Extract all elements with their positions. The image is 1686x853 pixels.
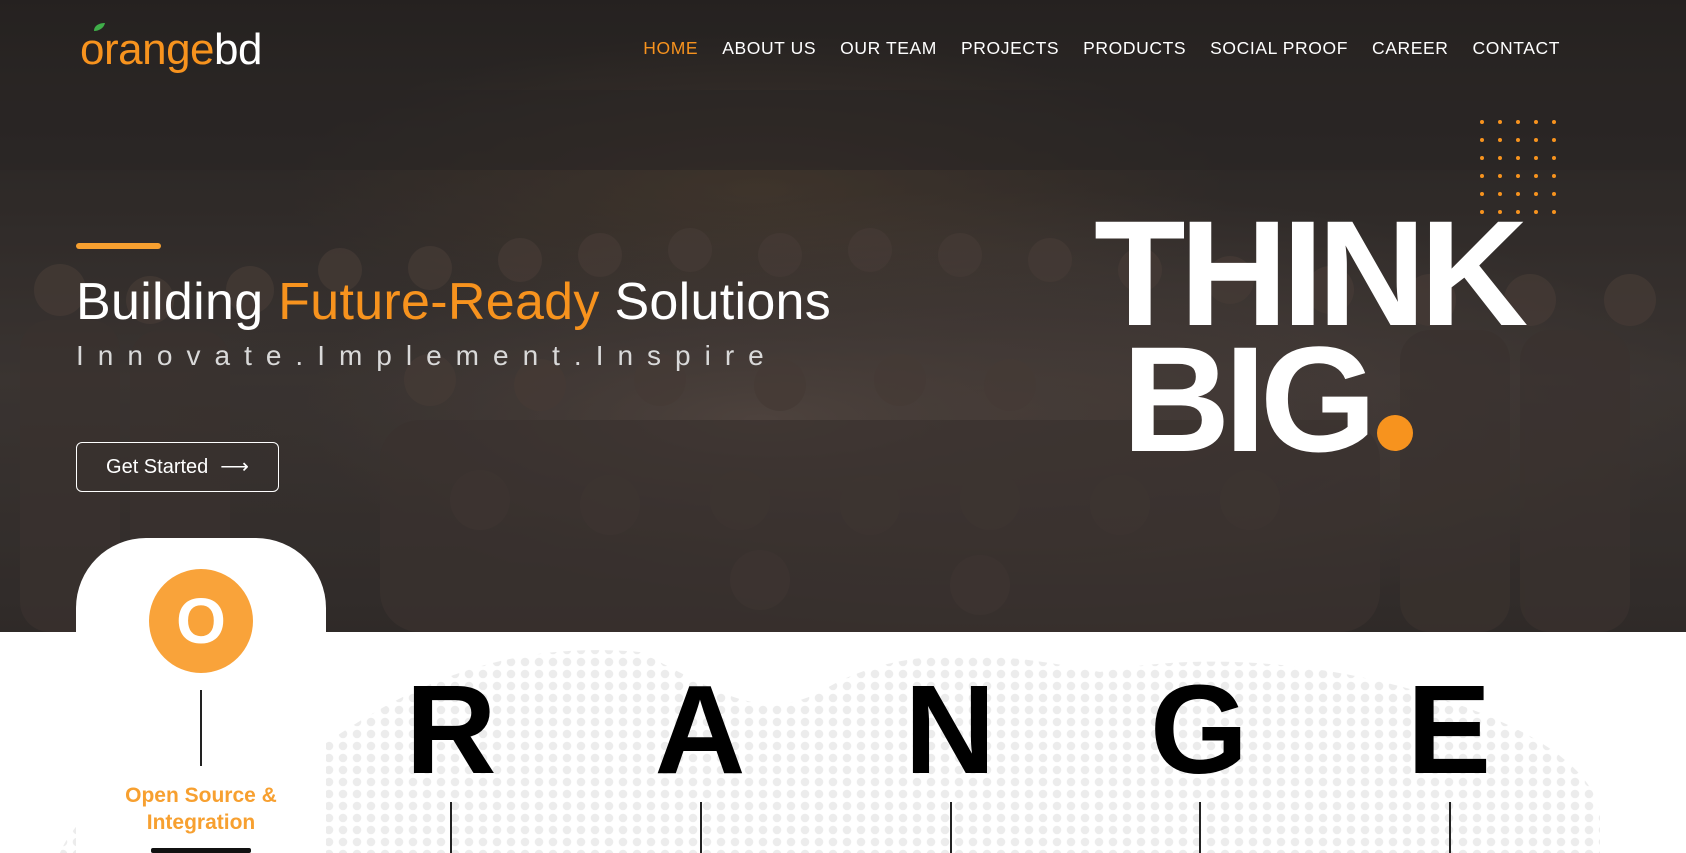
big-line: BIG bbox=[1094, 324, 1522, 474]
letter-r[interactable]: R bbox=[391, 667, 511, 793]
big-text: BIG bbox=[1122, 315, 1377, 483]
headline-post: Solutions bbox=[599, 273, 832, 331]
top-navigation: orangebd HOME ABOUT US OUR TEAM PROJECTS… bbox=[0, 0, 1686, 100]
open-source-card[interactable]: O Open Source & Integration bbox=[76, 538, 326, 853]
letter-n-connector bbox=[950, 802, 952, 853]
nav-item-projects[interactable]: PROJECTS bbox=[961, 38, 1059, 59]
nav-item-home[interactable]: HOME bbox=[643, 38, 698, 59]
o-underline-bar bbox=[151, 848, 251, 853]
logo-orange-text: orange bbox=[80, 25, 215, 74]
think-big-slogan: THINK BIG bbox=[1094, 198, 1528, 474]
nav-item-our-team[interactable]: OUR TEAM bbox=[840, 38, 937, 59]
o-connector-line bbox=[200, 690, 202, 766]
letter-g-connector bbox=[1199, 802, 1201, 853]
letter-a-connector bbox=[700, 802, 702, 853]
orange-dot bbox=[1376, 415, 1413, 451]
orangebd-logo[interactable]: orangebd bbox=[80, 22, 300, 78]
hero-tagline: Innovate.Implement.Inspire bbox=[76, 340, 778, 371]
letter-e-connector bbox=[1449, 802, 1451, 853]
open-source-label-line2: Integration bbox=[146, 811, 256, 834]
letter-g[interactable]: G bbox=[1139, 667, 1259, 793]
get-started-label: Get Started bbox=[106, 455, 209, 478]
letter-e[interactable]: E bbox=[1389, 667, 1509, 793]
nav-item-contact[interactable]: CONTACT bbox=[1473, 38, 1560, 59]
headline-accent-line bbox=[76, 243, 161, 249]
headline-highlight: Future-Ready bbox=[278, 273, 600, 331]
nav-item-products[interactable]: PRODUCTS bbox=[1083, 38, 1186, 59]
headline-pre: Building bbox=[76, 273, 279, 331]
logo-bd-text: bd bbox=[214, 25, 262, 74]
nav-item-career[interactable]: CAREER bbox=[1372, 38, 1449, 59]
nav-item-about-us[interactable]: ABOUT US bbox=[722, 38, 816, 59]
main-menu: HOME ABOUT US OUR TEAM PROJECTS PRODUCTS… bbox=[643, 38, 1560, 59]
logo-wordmark: orangebd bbox=[80, 22, 300, 78]
o-letter-circle: O bbox=[149, 569, 253, 673]
letter-r-connector bbox=[450, 802, 452, 853]
letter-n[interactable]: N bbox=[890, 667, 1010, 793]
arrow-right-icon: ⟶ bbox=[220, 456, 249, 478]
nav-item-social-proof[interactable]: SOCIAL PROOF bbox=[1210, 38, 1348, 59]
leaf-icon bbox=[94, 23, 105, 31]
hero-headline: Building Future-Ready Solutions bbox=[76, 272, 831, 332]
open-source-label-line1: Open Source & bbox=[125, 784, 277, 807]
open-source-label: Open Source & Integration bbox=[76, 782, 326, 836]
letter-a[interactable]: A bbox=[640, 667, 760, 793]
get-started-button[interactable]: Get Started ⟶ bbox=[76, 442, 279, 492]
o-letter: O bbox=[176, 585, 226, 657]
